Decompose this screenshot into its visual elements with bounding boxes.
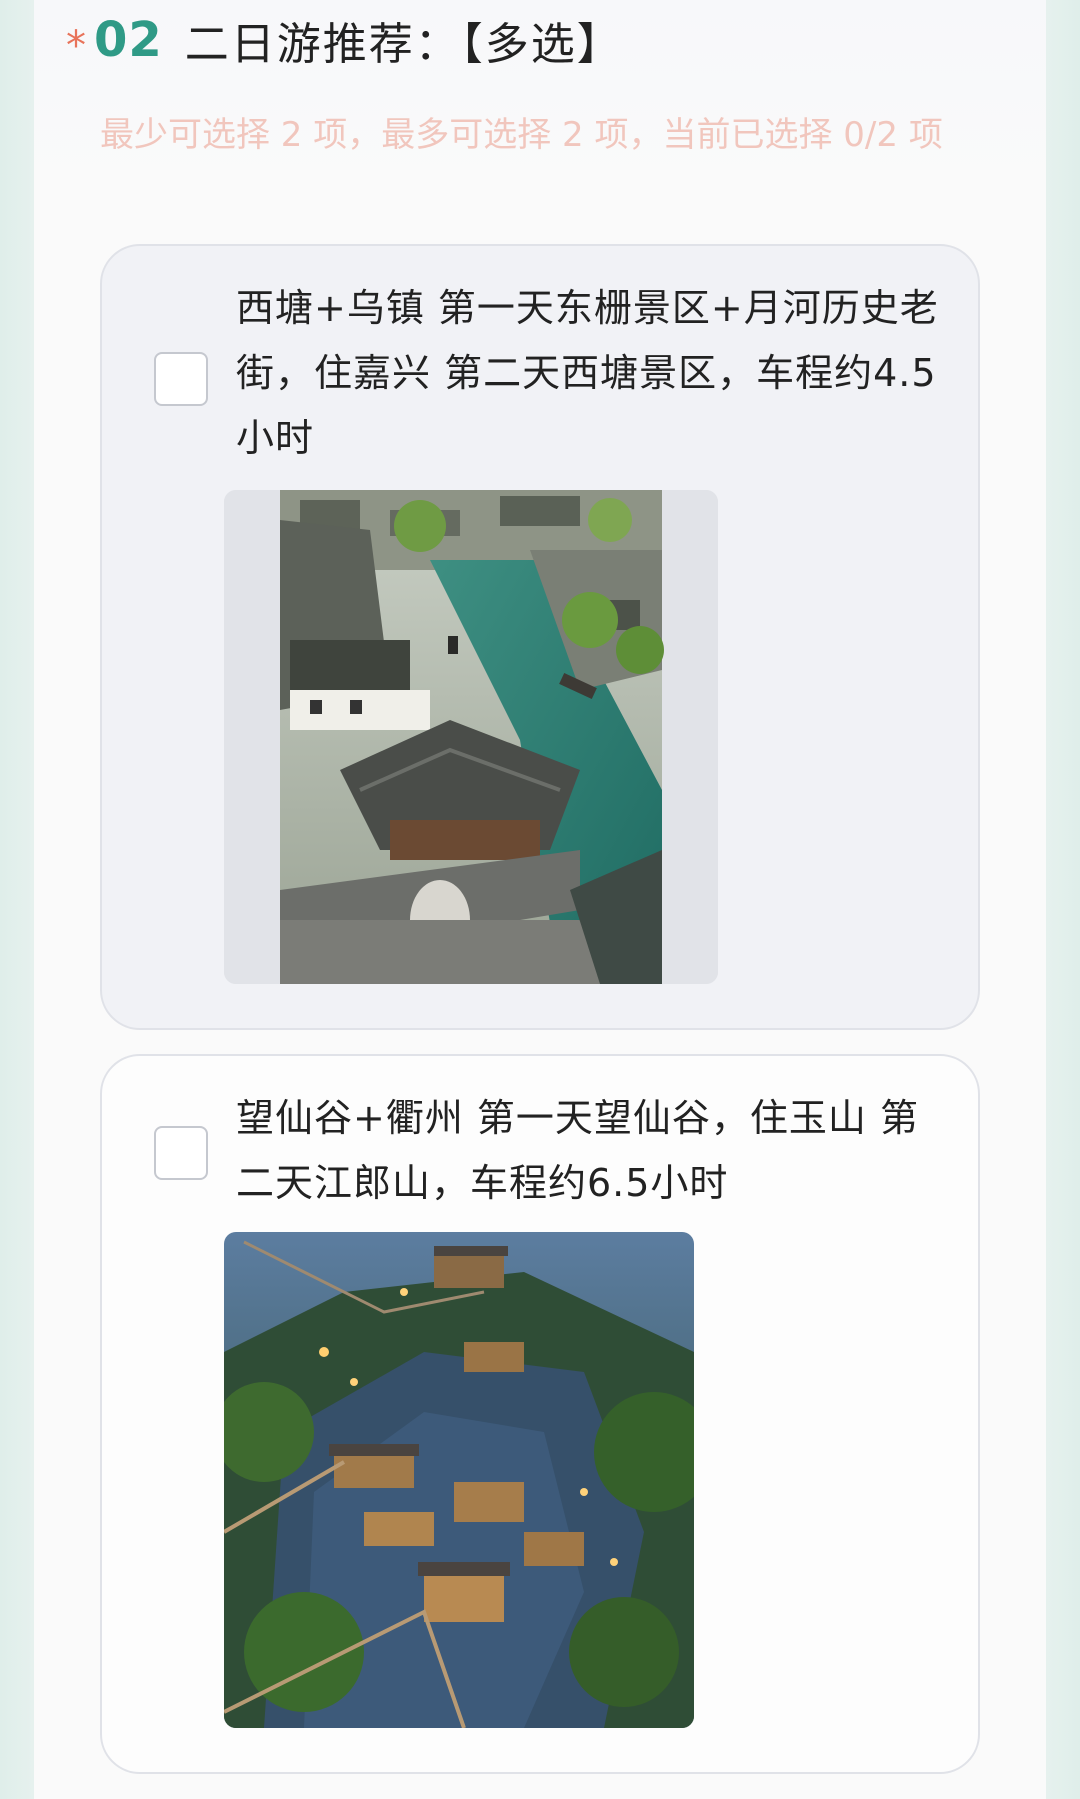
option-1-label: 西塘+乌镇 第一天东栅景区+月河历史老街，住嘉兴 第二天西塘景区，车程约4.5小… xyxy=(236,286,939,460)
required-mark: * xyxy=(66,23,86,69)
option-2-label: 望仙谷+衢州 第一天望仙谷，住玉山 第二天江郎山，车程约6.5小时 xyxy=(236,1096,919,1205)
option-card-2[interactable]: 望仙谷+衢州 第一天望仙谷，住玉山 第二天江郎山，车程约6.5小时 xyxy=(100,1054,980,1774)
selection-hint: 最少可选择 2 项，最多可选择 2 项，当前已选择 0/2 项 xyxy=(100,115,943,155)
question-number: 02 xyxy=(94,12,163,68)
option-card-1[interactable]: 西塘+乌镇 第一天东栅景区+月河历史老街，住嘉兴 第二天西塘景区，车程约4.5小… xyxy=(100,244,980,1030)
question-title: 二日游推荐：【多选】 xyxy=(184,19,623,70)
cliffside-village-photo xyxy=(224,1232,694,1728)
water-town-canal-photo xyxy=(224,490,718,984)
option-2-checkbox[interactable] xyxy=(154,1126,208,1180)
question-header: * 02 二日游推荐：【多选】 xyxy=(66,10,623,70)
option-1-checkbox[interactable] xyxy=(154,352,208,406)
